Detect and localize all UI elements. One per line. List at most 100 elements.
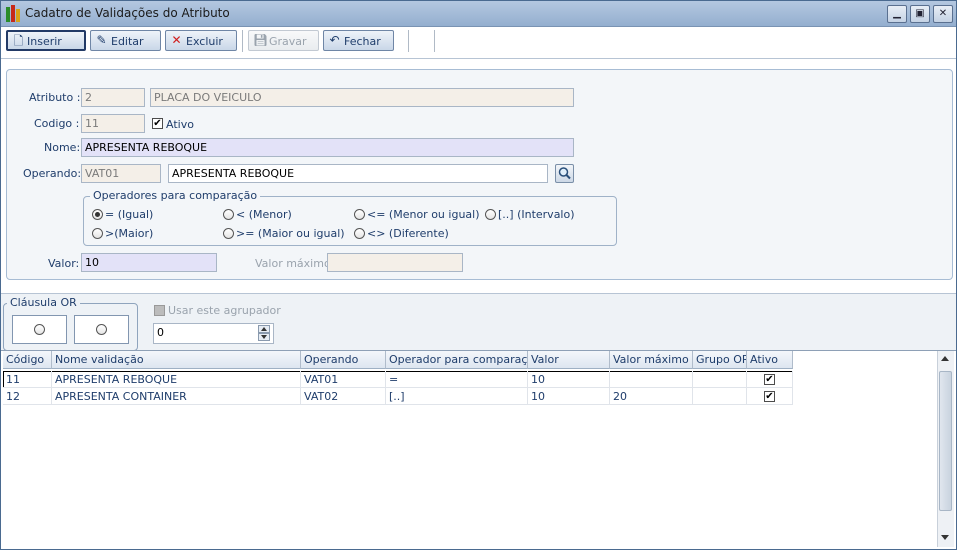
spin-up-button[interactable] bbox=[258, 325, 270, 333]
operadores-group: Operadores para comparação = (Igual) < (… bbox=[83, 189, 617, 246]
cell-ativo: ✔ bbox=[747, 388, 793, 405]
valor-max-field[interactable] bbox=[327, 253, 463, 272]
radio-igual-label: = (Igual) bbox=[105, 208, 154, 221]
col-codigo[interactable]: Código bbox=[3, 351, 52, 369]
delete-icon: ✕ bbox=[171, 33, 182, 47]
row-ativo-checkbox[interactable]: ✔ bbox=[764, 391, 775, 402]
title-bar[interactable]: Cadatro de Validações do Atributo ▁ ▣ ✕ bbox=[1, 1, 956, 27]
excluir-button[interactable]: ✕ Excluir bbox=[165, 30, 237, 51]
edit-icon: ✎ bbox=[96, 33, 107, 47]
valor-field[interactable]: 10 bbox=[81, 253, 217, 272]
atributo-desc-field[interactable]: PLACA DO VEICULO bbox=[150, 88, 574, 107]
vertical-scrollbar[interactable] bbox=[937, 351, 954, 547]
radio-maior-igual-label: >= (Maior ou igual) bbox=[236, 227, 345, 240]
cell-ativo: ✔ bbox=[747, 371, 793, 388]
fechar-label: Fechar bbox=[344, 35, 381, 48]
minimize-icon: ▁ bbox=[893, 8, 901, 19]
radio-menor[interactable] bbox=[223, 209, 234, 220]
radio-menor-label: < (Menor) bbox=[236, 208, 292, 221]
cell-nome: APRESENTA REBOQUE bbox=[52, 371, 301, 388]
inserir-label: Inserir bbox=[27, 35, 62, 48]
scroll-up-icon[interactable] bbox=[941, 356, 949, 361]
clausula-or-title: Cláusula OR bbox=[7, 296, 80, 309]
radio-intervalo-label: [..] (Intervalo) bbox=[498, 208, 575, 221]
valor-max-label: Valor máximo: bbox=[255, 257, 335, 270]
scroll-down-icon[interactable] bbox=[941, 535, 949, 540]
arrow-down-icon bbox=[261, 335, 267, 339]
cell-operador: = bbox=[386, 371, 528, 388]
radio-diferente[interactable] bbox=[354, 228, 365, 239]
radio-menor-igual-label: <= (Menor ou igual) bbox=[367, 208, 480, 221]
toolbar-separator bbox=[434, 30, 435, 52]
radio-diferente-label: <> (Diferente) bbox=[367, 227, 449, 240]
col-operando[interactable]: Operando bbox=[301, 351, 386, 369]
clausula-or-group: Cláusula OR bbox=[3, 296, 138, 351]
maximize-button[interactable]: ▣ bbox=[910, 5, 930, 23]
or-radio-a[interactable] bbox=[34, 324, 45, 335]
table-row[interactable]: 12 APRESENTA CONTAINER VAT02 [..] 10 20 … bbox=[3, 388, 793, 405]
toolbar-separator bbox=[408, 30, 409, 52]
ativo-label: Ativo bbox=[166, 118, 194, 131]
toolbar: 🗋 Inserir ✎ Editar ✕ Excluir 💾︎ Gravar ↶… bbox=[1, 27, 956, 59]
toolbar-separator bbox=[242, 30, 243, 52]
new-document-icon: 🗋 bbox=[13, 34, 24, 48]
arrow-up-icon bbox=[261, 327, 267, 331]
operadores-title: Operadores para comparação bbox=[90, 189, 261, 202]
spin-down-button[interactable] bbox=[258, 333, 270, 341]
radio-maior-igual[interactable] bbox=[223, 228, 234, 239]
inserir-button[interactable]: 🗋 Inserir bbox=[6, 30, 86, 51]
operando-search-button[interactable] bbox=[555, 164, 574, 183]
app-icon bbox=[6, 5, 20, 22]
usar-agrupador-checkbox[interactable] bbox=[154, 305, 165, 316]
magnifier-icon bbox=[558, 167, 571, 180]
or-radio-b[interactable] bbox=[96, 324, 107, 335]
nome-field[interactable]: APRESENTA REBOQUE bbox=[81, 138, 574, 157]
radio-intervalo[interactable] bbox=[485, 209, 496, 220]
group-number-spinner[interactable]: 0 bbox=[153, 323, 274, 344]
fechar-button[interactable]: ↶ Fechar bbox=[323, 30, 394, 51]
usar-agrupador-label: Usar este agrupador bbox=[168, 304, 281, 317]
col-valor-maximo[interactable]: Valor máximo bbox=[610, 351, 693, 369]
cell-grupo-or bbox=[693, 371, 747, 388]
col-grupo-or[interactable]: Grupo OR bbox=[693, 351, 747, 369]
minimize-button[interactable]: ▁ bbox=[887, 5, 907, 23]
validations-grid: Código Nome validação Operando Operador … bbox=[3, 351, 937, 547]
operando-code-field[interactable]: VAT01 bbox=[81, 164, 161, 183]
atributo-label: Atributo : bbox=[29, 91, 81, 104]
row-ativo-checkbox[interactable]: ✔ bbox=[764, 374, 775, 385]
operando-desc-field[interactable]: APRESENTA REBOQUE bbox=[168, 164, 548, 183]
cell-valor: 10 bbox=[528, 371, 610, 388]
cell-operando: VAT02 bbox=[301, 388, 386, 405]
gravar-button[interactable]: 💾︎ Gravar bbox=[248, 30, 319, 51]
cell-operando: VAT01 bbox=[301, 371, 386, 388]
radio-menor-igual[interactable] bbox=[354, 209, 365, 220]
radio-igual[interactable] bbox=[92, 209, 103, 220]
cell-codigo: 12 bbox=[3, 388, 52, 405]
radio-maior[interactable] bbox=[92, 228, 103, 239]
cell-operador: [..] bbox=[386, 388, 528, 405]
spinner-buttons[interactable] bbox=[258, 325, 270, 341]
undo-icon: ↶ bbox=[329, 33, 340, 47]
radio-maior-label: >(Maior) bbox=[105, 227, 154, 240]
col-nome-validacao[interactable]: Nome validação bbox=[52, 351, 301, 369]
or-option-b[interactable] bbox=[74, 315, 129, 344]
gravar-label: Gravar bbox=[269, 35, 307, 48]
table-row[interactable]: 11 APRESENTA REBOQUE VAT01 = 10 ✔ bbox=[3, 371, 793, 388]
col-ativo[interactable]: Ativo bbox=[747, 351, 793, 369]
scroll-thumb[interactable] bbox=[939, 371, 952, 511]
operando-label: Operando: bbox=[23, 167, 82, 180]
editar-button[interactable]: ✎ Editar bbox=[90, 30, 161, 51]
editar-label: Editar bbox=[111, 35, 144, 48]
valor-label: Valor: bbox=[48, 257, 80, 270]
codigo-label: Codigo : bbox=[34, 117, 80, 130]
group-number-value: 0 bbox=[157, 326, 164, 339]
cell-valor-maximo bbox=[610, 371, 693, 388]
codigo-field[interactable]: 11 bbox=[81, 114, 145, 133]
atributo-id-field[interactable]: 2 bbox=[81, 88, 145, 107]
col-valor[interactable]: Valor bbox=[528, 351, 610, 369]
col-operador[interactable]: Operador para comparação bbox=[386, 351, 528, 369]
ativo-checkbox[interactable]: ✔ bbox=[152, 118, 163, 129]
or-option-a[interactable] bbox=[12, 315, 67, 344]
close-button[interactable]: ✕ bbox=[933, 5, 953, 23]
close-icon: ✕ bbox=[938, 8, 948, 19]
